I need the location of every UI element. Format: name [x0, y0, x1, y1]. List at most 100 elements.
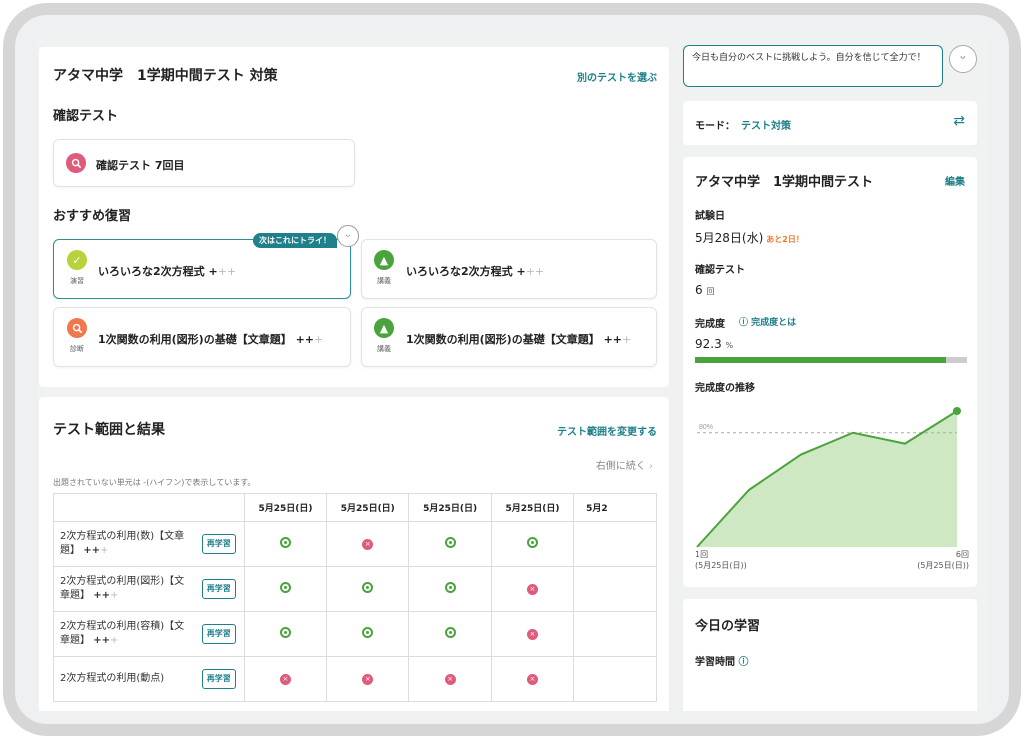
result-cell: ×	[326, 521, 410, 567]
completion-help-link[interactable]: ⓘ 完成度とは	[739, 315, 796, 328]
table-header-row: 5月25日(日) 5月25日(日) 5月25日(日) 5月25日(日) 5月2	[53, 493, 657, 522]
relearn-button[interactable]: 再学習	[201, 579, 236, 599]
completion-trend-chart: 80%	[696, 407, 961, 548]
unit-label: 2次方程式の利用(容積)【文章題】 +++	[60, 621, 185, 646]
review-item-4[interactable]: ▲ 講義 1次関数の利用(図形)の基礎【文章題】 +++	[361, 307, 657, 367]
exam-date-value: 5月28日(水) あと2日！	[695, 231, 804, 245]
review-item-1[interactable]: ✓ 演習 いろいろな2次方程式 +++	[53, 239, 351, 299]
unit-cell: 2次方程式の利用(動点) 再学習	[53, 656, 245, 702]
correct-mark-icon	[279, 537, 291, 548]
test-prep-card: アタマ中学 1学期中間テスト 対策 別のテストを選ぶ 確認テスト 確認テスト 7…	[39, 47, 669, 387]
result-cell: ×	[490, 656, 575, 702]
date-column-header: 5月25日(日)	[243, 493, 328, 522]
reference-label: 80%	[699, 424, 713, 431]
check-test-label: 確認テスト 7回目	[96, 159, 185, 172]
result-cell	[573, 656, 657, 702]
unit-label: 2次方程式の利用(数)【文章題】 +++	[60, 531, 185, 556]
try-next-badge: 次はこれにトライ！	[253, 233, 337, 248]
date-column-header: 5月25日(日)	[326, 493, 410, 522]
table-row: 2次方程式の利用(数)【文章題】 +++ 再学習 ×	[53, 521, 657, 567]
check-test-item[interactable]: 確認テスト 7回目	[53, 139, 355, 187]
mascot-icon: ᵕ	[949, 45, 977, 73]
unit-cell: 2次方程式の利用(数)【文章題】 +++ 再学習	[53, 521, 245, 567]
result-cell	[243, 611, 328, 657]
relearn-button[interactable]: 再学習	[201, 534, 236, 554]
check-count-value: 6 回	[695, 283, 715, 297]
choose-other-test-link[interactable]: 別のテストを選ぶ	[577, 69, 657, 84]
review-type-label: 講義	[377, 345, 391, 353]
test-range-card: テスト範囲と結果 テスト範囲を変更する 右側に続く › 出題されていない単元は …	[39, 397, 669, 711]
mode-card[interactable]: モード： テスト対策 ⇄	[683, 101, 977, 145]
exam-date-key: 試験日	[695, 211, 725, 222]
wrong-mark-icon: ×	[526, 628, 538, 640]
result-cell	[243, 566, 328, 612]
mascot-icon: ᵕ	[337, 225, 359, 247]
correct-mark-icon	[279, 582, 291, 593]
relearn-button[interactable]: 再学習	[201, 624, 236, 644]
wrong-mark-icon: ×	[444, 673, 456, 685]
result-cell	[408, 611, 492, 657]
correct-mark-icon	[444, 537, 456, 548]
app-screen: アタマ中学 1学期中間テスト 対策 別のテストを選ぶ 確認テスト 確認テスト 7…	[37, 39, 989, 711]
lecture-cap-icon: ▲	[374, 318, 394, 338]
trend-point-last	[953, 407, 961, 415]
today-study-card: 今日の学習 学習時間 ⓘ	[683, 599, 977, 711]
completion-value: 92.3 %	[695, 337, 734, 351]
review-item-label: 1次関数の利用(図形)の基礎【文章題】 +++	[98, 333, 324, 346]
date-column-header: 5月25日(日)	[490, 493, 575, 522]
table-row: 2次方程式の利用(動点) 再学習 × × × ×	[53, 656, 657, 702]
date-column-header: 5月25日(日)	[408, 493, 492, 522]
mode-value: テスト対策	[741, 121, 791, 132]
x-axis-last-label: 6回 (5月25日(日))	[917, 550, 969, 570]
review-item-2[interactable]: ▲ 講義 いろいろな2次方程式 +++	[361, 239, 657, 299]
unit-column-header	[53, 493, 245, 522]
x-axis-first-label: 1回 (5月25日(日))	[695, 550, 747, 570]
unit-cell: 2次方程式の利用(容積)【文章題】 +++ 再学習	[53, 611, 245, 657]
diagnosis-search-icon	[67, 318, 87, 338]
review-type-label: 講義	[377, 277, 391, 285]
days-remaining: あと2日！	[766, 235, 804, 244]
result-cell	[573, 611, 657, 657]
result-cell	[573, 521, 657, 567]
today-title: 今日の学習	[695, 619, 761, 634]
completion-progress-fill	[695, 357, 947, 363]
trend-area	[697, 411, 957, 547]
check-icon: ✓	[67, 250, 87, 270]
study-time-key: 学習時間 ⓘ	[695, 657, 749, 668]
result-cell	[326, 611, 410, 657]
wrong-mark-icon: ×	[279, 673, 291, 685]
edit-link[interactable]: 編集	[945, 173, 965, 188]
wrong-mark-icon: ×	[362, 673, 374, 685]
test-info-card: アタマ中学 1学期中間テスト 編集 試験日 5月28日(水) あと2日！ 確認テス…	[683, 157, 977, 587]
help-icon: ⓘ	[738, 657, 749, 668]
result-cell	[408, 521, 492, 567]
result-cell	[326, 566, 410, 612]
switch-arrows-icon[interactable]: ⇄	[953, 113, 965, 129]
table-row: 2次方程式の利用(容積)【文章題】 +++ 再学習 ×	[53, 611, 657, 657]
correct-mark-icon	[444, 582, 456, 593]
result-cell: ×	[243, 656, 328, 702]
encouragement-bubble: 今日も自分のベストに挑戦しよう。自分を信じて全力で！	[683, 45, 943, 87]
check-count-key: 確認テスト	[695, 265, 745, 276]
result-cell	[573, 566, 657, 612]
review-heading: おすすめ復習	[53, 209, 132, 224]
unit-cell: 2次方程式の利用(図形)【文章題】 +++ 再学習	[53, 566, 245, 612]
mode-key: モード：	[695, 121, 735, 132]
table-row: 2次方程式の利用(図形)【文章題】 +++ 再学習 ×	[53, 566, 657, 612]
completion-key: 完成度	[695, 319, 725, 330]
trend-title: 完成度の推移	[695, 383, 755, 394]
result-cell: ×	[490, 566, 575, 612]
wrong-mark-icon: ×	[526, 583, 538, 595]
correct-mark-icon	[526, 537, 538, 548]
search-icon	[66, 153, 86, 173]
review-item-label: いろいろな2次方程式 +++	[406, 265, 545, 278]
wrong-mark-icon: ×	[362, 538, 374, 550]
result-cell: ×	[408, 656, 492, 702]
unit-label: 2次方程式の利用(図形)【文章題】 +++	[60, 576, 185, 601]
lecture-cap-icon: ▲	[374, 250, 394, 270]
relearn-button[interactable]: 再学習	[201, 669, 236, 689]
review-item-3[interactable]: 診断 1次関数の利用(図形)の基礎【文章題】 +++	[53, 307, 351, 367]
date-column-header: 5月2	[573, 493, 657, 522]
wrong-mark-icon: ×	[526, 673, 538, 685]
correct-mark-icon	[362, 627, 374, 638]
